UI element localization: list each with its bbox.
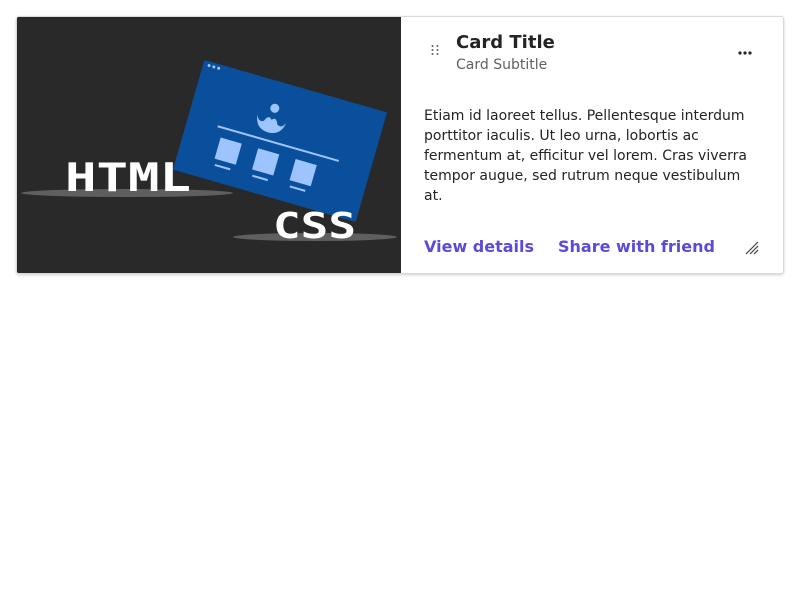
drag-handle-icon[interactable] xyxy=(429,43,441,59)
more-horizontal-icon xyxy=(738,43,752,58)
card-subtitle: Card Subtitle xyxy=(456,57,548,73)
view-details-link[interactable]: View details xyxy=(424,237,534,256)
card-body-text: Etiam id laoreet tellus. Pellentesque in… xyxy=(424,108,747,204)
card-body: Card Title Card Subtitle Etiam id laoree… xyxy=(401,17,783,273)
card-image: HTML CSS xyxy=(17,17,401,273)
css-logo-text: CSS xyxy=(273,206,356,247)
card-title: Card Title xyxy=(456,32,555,53)
content-card: HTML CSS Card Title Card Subtitle Etiam … xyxy=(16,16,784,274)
html-logo-text: HTML xyxy=(65,156,191,201)
more-options-button[interactable] xyxy=(731,39,759,61)
html-css-illustration: HTML CSS xyxy=(17,17,401,273)
resize-corner-icon[interactable] xyxy=(745,240,759,255)
share-with-friend-link[interactable]: Share with friend xyxy=(558,237,715,256)
